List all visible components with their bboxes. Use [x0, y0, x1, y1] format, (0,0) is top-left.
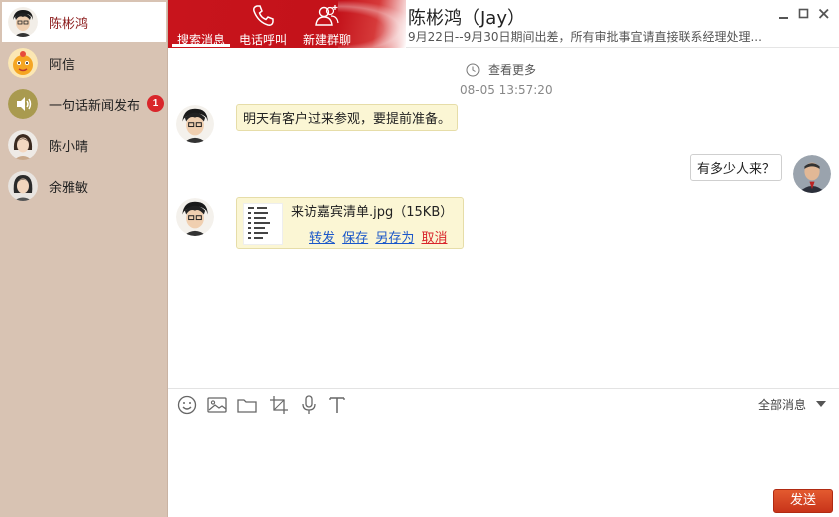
tab-label: 电话呼叫: [238, 33, 287, 47]
message-bubble[interactable]: 有多少人来？: [690, 154, 783, 181]
tab-search-messages[interactable]: 搜索消息: [172, 0, 230, 48]
emoji-icon[interactable]: [176, 394, 198, 416]
message-timestamp: 08-05 13:57:20: [460, 83, 553, 97]
active-tab-indicator: [172, 44, 230, 47]
contact-sidebar: 陈彬鸿 阿信 一句话新闻发布 1 陈小晴 余雅敏: [0, 0, 168, 517]
font-icon[interactable]: [326, 394, 348, 416]
speaker-avatar-icon: [8, 89, 38, 119]
save-as-link[interactable]: 另存为: [375, 231, 414, 246]
file-thumbnail[interactable]: [243, 203, 283, 245]
woman-avatar-icon: [8, 130, 38, 160]
sender-avatar-icon[interactable]: [176, 105, 214, 143]
add-group-icon: [315, 5, 339, 26]
sender-avatar-icon[interactable]: [176, 198, 214, 236]
message-input[interactable]: [174, 420, 829, 480]
forward-link[interactable]: 转发: [309, 231, 335, 246]
message-bubble[interactable]: 明天有客户过来参观，要提前准备。: [236, 104, 459, 131]
contact-item-news[interactable]: 一句话新闻发布: [2, 84, 166, 124]
view-more-link[interactable]: 查看更多: [466, 61, 536, 78]
all-messages-button[interactable]: 全部消息: [758, 396, 806, 413]
contact-name: 余雅敏: [49, 180, 89, 196]
cartoon-avatar-icon: [8, 48, 38, 78]
message-text: 有多少人来？: [697, 162, 776, 177]
action-tabs-bar: 搜索消息 电话呼叫 新建群聊: [168, 0, 418, 48]
file-message-card: 来访嘉宾清单.jpg（15KB） 转发 保存 另存为 取消: [236, 197, 464, 249]
contact-item-chenbinhong[interactable]: 陈彬鸿: [2, 2, 166, 42]
phone-icon: [253, 5, 274, 26]
view-more-label: 查看更多: [488, 63, 537, 77]
send-button[interactable]: 发送: [773, 489, 833, 513]
contact-item-yuyamin[interactable]: 余雅敏: [2, 166, 166, 206]
unread-badge: 1: [147, 95, 164, 112]
contact-status-message: 9月22日--9月30日期间出差，所有审批事宜请直接联系经理处理...: [408, 30, 762, 44]
message-list: 查看更多 08-05 13:57:20 明天有客户过来参观，要提前准备。 有多少…: [168, 48, 839, 388]
contact-name: 陈小晴: [49, 139, 89, 155]
tab-phone-call[interactable]: 电话呼叫: [234, 0, 292, 48]
contact-name: 阿信: [49, 57, 76, 73]
tab-new-group-chat[interactable]: 新建群聊: [296, 0, 358, 48]
tab-label: 新建群聊: [302, 33, 351, 47]
young-man-avatar-icon: [8, 7, 38, 37]
screenshot-icon[interactable]: [268, 394, 290, 416]
maximize-icon[interactable]: [798, 8, 810, 20]
chat-header: 搜索消息 电话呼叫 新建群聊 陈彬鸿（Jay） 9月22日--9月30日期间出差…: [168, 0, 839, 48]
contact-item-axin[interactable]: 阿信: [2, 43, 166, 83]
close-icon[interactable]: [818, 8, 830, 20]
file-name: 来访嘉宾清单.jpg（15KB）: [291, 205, 454, 220]
chat-title: 陈彬鸿（Jay）: [408, 8, 525, 29]
input-toolbar: 全部消息: [168, 388, 839, 418]
contact-name: 陈彬鸿: [49, 16, 89, 32]
contact-item-chenxiaoqing[interactable]: 陈小晴: [2, 125, 166, 165]
image-icon[interactable]: [206, 394, 228, 416]
minimize-icon[interactable]: [778, 8, 790, 20]
file-actions: 转发 保存 另存为 取消: [309, 227, 450, 246]
woman-avatar-2-icon: [8, 171, 38, 201]
message-text: 明天有客户过来参观，要提前准备。: [243, 112, 452, 127]
microphone-icon[interactable]: [298, 394, 320, 416]
contact-name: 一句话新闻发布: [49, 98, 141, 114]
folder-icon[interactable]: [236, 394, 258, 416]
save-link[interactable]: 保存: [342, 231, 368, 246]
clock-icon: [466, 63, 480, 76]
chevron-down-icon[interactable]: [816, 401, 826, 407]
my-avatar-icon[interactable]: [793, 155, 831, 193]
message-input-area: 发送: [168, 418, 839, 517]
cancel-link[interactable]: 取消: [421, 231, 447, 246]
